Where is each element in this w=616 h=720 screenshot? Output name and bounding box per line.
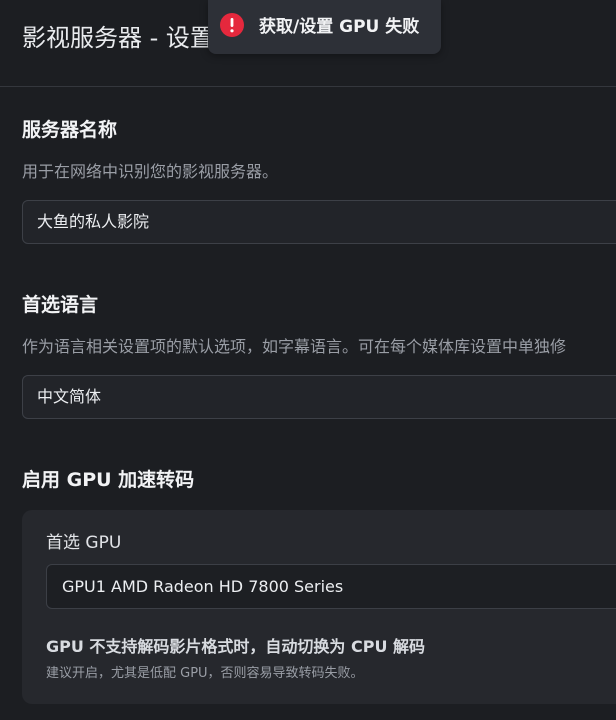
gpu-section-title: 启用 GPU 加速转码 <box>22 469 195 491</box>
server-name-input[interactable]: 大鱼的私人影院 <box>22 200 616 244</box>
cpu-fallback-option-description: 建议开启，尤其是低配 GPU，否则容易导致转码失败。 <box>46 666 364 681</box>
language-description: 作为语言相关设置项的默认选项，如字幕语言。可在每个媒体库设置中单独修 <box>22 337 567 356</box>
preferred-gpu-label: 首选 GPU <box>46 533 122 553</box>
language-select[interactable]: 中文简体 <box>22 375 616 419</box>
server-name-description: 用于在网络中识别您的影视服务器。 <box>22 162 279 181</box>
language-title: 首选语言 <box>22 294 99 316</box>
page-title: 影视服务器 - 设置 <box>22 24 214 52</box>
preferred-gpu-select[interactable]: GPU1 AMD Radeon HD 7800 Series <box>46 564 616 609</box>
error-toast[interactable]: 获取/设置 GPU 失败 <box>208 0 441 54</box>
cpu-fallback-option-title: GPU 不支持解码影片格式时，自动切换为 CPU 解码 <box>46 637 426 656</box>
gpu-settings-panel: 首选 GPU GPU1 AMD Radeon HD 7800 Series GP… <box>22 510 616 704</box>
toast-message: 获取/设置 GPU 失败 <box>259 17 420 37</box>
alert-circle-icon <box>220 13 244 37</box>
server-name-title: 服务器名称 <box>22 119 118 141</box>
settings-page: 影视服务器 - 设置 获取/设置 GPU 失败 服务器名称 用于在网络中识别您的… <box>0 0 616 720</box>
